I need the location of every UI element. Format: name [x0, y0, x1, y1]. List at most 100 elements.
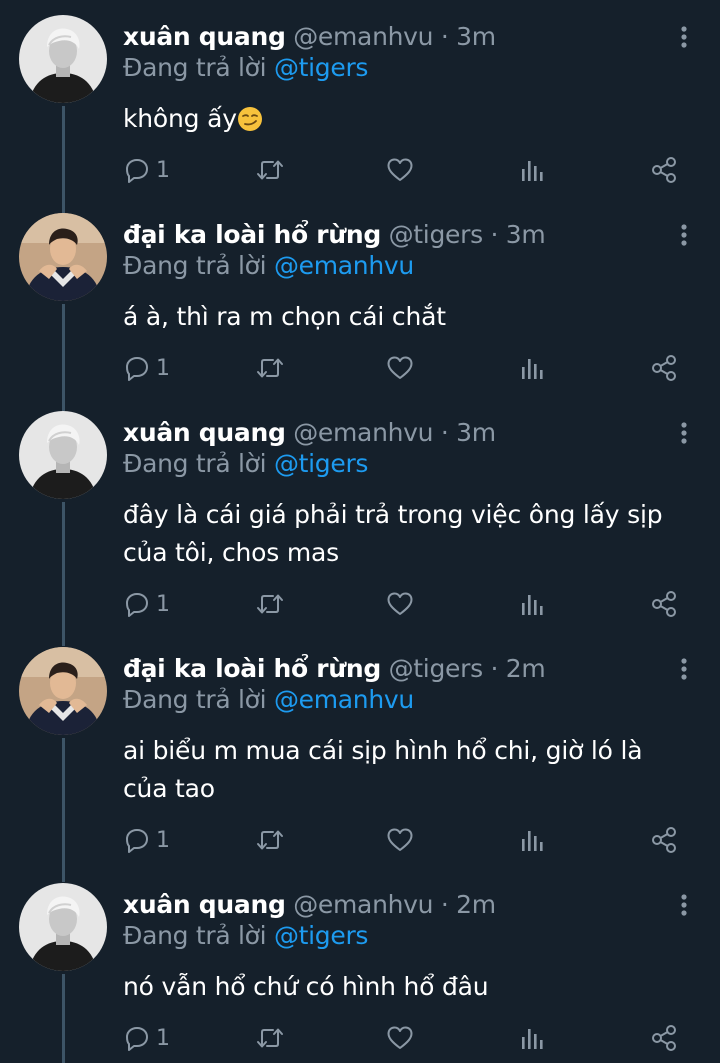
- tweet-header: xuân quang @emanhvu · 3m: [123, 20, 496, 54]
- separator: ·: [440, 22, 449, 51]
- analytics-button[interactable]: [520, 1018, 544, 1058]
- reply-button[interactable]: 1: [124, 1018, 170, 1058]
- share-icon: [652, 827, 676, 853]
- tweet[interactable]: đại ka loài hổ rừng @tigers · 3m Đang tr…: [0, 198, 720, 396]
- like-button[interactable]: [386, 584, 414, 624]
- tweet-text: ai biểu m mua cái sịp hình hổ chi, giờ l…: [123, 732, 688, 808]
- display-name[interactable]: xuân quang: [123, 22, 286, 51]
- reply-icon: [126, 159, 148, 183]
- reply-count: 1: [156, 355, 170, 381]
- analytics-icon: [522, 359, 543, 379]
- more-button[interactable]: [670, 890, 698, 920]
- reply-icon: [126, 593, 148, 617]
- reply-icon: [126, 1027, 148, 1051]
- analytics-button[interactable]: [520, 820, 544, 860]
- reply-button[interactable]: 1: [124, 150, 170, 190]
- avatar[interactable]: [19, 213, 107, 301]
- handle[interactable]: @tigers: [389, 220, 484, 249]
- display-name[interactable]: xuân quang: [123, 890, 286, 919]
- tweet[interactable]: xuân quang @emanhvu · 3m Đang trả lời @t…: [0, 396, 720, 632]
- like-button[interactable]: [386, 348, 414, 388]
- analytics-button[interactable]: [520, 348, 544, 388]
- analytics-icon: [522, 831, 543, 851]
- tweet-actions: 1: [110, 348, 710, 388]
- reply-to-link[interactable]: @emanhvu: [274, 251, 414, 280]
- reply-to-link[interactable]: @tigers: [274, 449, 369, 478]
- heart-icon: [387, 592, 413, 615]
- reply-context: Đang trả lời @tigers: [123, 51, 368, 85]
- reply-count: 1: [156, 157, 170, 183]
- avatar[interactable]: [19, 883, 107, 971]
- more-vertical-icon: [681, 422, 687, 444]
- more-button[interactable]: [670, 220, 698, 250]
- share-button[interactable]: [650, 348, 678, 388]
- handle[interactable]: @emanhvu: [293, 890, 433, 919]
- share-button[interactable]: [650, 150, 678, 190]
- share-button[interactable]: [650, 820, 678, 860]
- retweet-button[interactable]: [255, 1018, 285, 1058]
- display-name[interactable]: xuân quang: [123, 418, 286, 447]
- tweet-text-content: đây là cái giá phải trả trong việc ông l…: [123, 500, 663, 567]
- share-button[interactable]: [650, 584, 678, 624]
- reply-button[interactable]: 1: [124, 584, 170, 624]
- more-button[interactable]: [670, 654, 698, 684]
- separator: ·: [490, 220, 499, 249]
- avatar[interactable]: [19, 15, 107, 103]
- like-button[interactable]: [386, 1018, 414, 1058]
- avatar[interactable]: [19, 411, 107, 499]
- more-button[interactable]: [670, 418, 698, 448]
- timestamp[interactable]: 2m: [456, 890, 496, 919]
- separator: ·: [440, 418, 449, 447]
- heart-icon: [387, 828, 413, 851]
- handle[interactable]: @tigers: [389, 654, 484, 683]
- reply-button[interactable]: 1: [124, 820, 170, 860]
- tweet[interactable]: xuân quang @emanhvu · 2m Đang trả lời @t…: [0, 868, 720, 1063]
- display-name[interactable]: đại ka loài hổ rừng: [123, 220, 381, 249]
- heart-icon: [387, 1026, 413, 1049]
- heart-icon: [387, 356, 413, 379]
- reply-context: Đang trả lời @emanhvu: [123, 249, 414, 283]
- smirking-face-emoji: [237, 107, 262, 131]
- tweet-actions: 1: [110, 1018, 710, 1058]
- analytics-button[interactable]: [520, 150, 544, 190]
- handle[interactable]: @emanhvu: [293, 418, 433, 447]
- timestamp[interactable]: 3m: [506, 220, 546, 249]
- share-icon: [652, 355, 676, 381]
- display-name[interactable]: đại ka loài hổ rừng: [123, 654, 381, 683]
- analytics-icon: [522, 161, 543, 181]
- handle[interactable]: @emanhvu: [293, 22, 433, 51]
- avatar[interactable]: [19, 647, 107, 735]
- share-icon: [652, 1025, 676, 1051]
- timestamp[interactable]: 3m: [456, 22, 496, 51]
- retweet-button[interactable]: [255, 584, 285, 624]
- more-button[interactable]: [670, 22, 698, 52]
- tweet[interactable]: đại ka loài hổ rừng @tigers · 2m Đang tr…: [0, 632, 720, 868]
- reply-to-link[interactable]: @emanhvu: [274, 685, 414, 714]
- tweet-actions: 1: [110, 150, 710, 190]
- separator: ·: [440, 890, 449, 919]
- reply-prefix: Đang trả lời: [123, 921, 267, 950]
- share-button[interactable]: [650, 1018, 678, 1058]
- like-button[interactable]: [386, 150, 414, 190]
- analytics-button[interactable]: [520, 584, 544, 624]
- more-vertical-icon: [681, 26, 687, 48]
- timestamp[interactable]: 3m: [456, 418, 496, 447]
- timestamp[interactable]: 2m: [506, 654, 546, 683]
- reply-count: 1: [156, 591, 170, 617]
- retweet-icon: [257, 830, 283, 850]
- tweet[interactable]: xuân quang @emanhvu · 3m Đang trả lời @t…: [0, 0, 720, 198]
- tweet-text: á à, thì ra m chọn cái chắt: [123, 298, 688, 336]
- reply-to-link[interactable]: @tigers: [274, 53, 369, 82]
- tweet-header: đại ka loài hổ rừng @tigers · 3m: [123, 218, 546, 252]
- reply-to-link[interactable]: @tigers: [274, 921, 369, 950]
- retweet-button[interactable]: [255, 820, 285, 860]
- like-button[interactable]: [386, 820, 414, 860]
- more-vertical-icon: [681, 894, 687, 916]
- reply-button[interactable]: 1: [124, 348, 170, 388]
- retweet-button[interactable]: [255, 150, 285, 190]
- reply-icon: [126, 829, 148, 853]
- retweet-button[interactable]: [255, 348, 285, 388]
- reply-icon: [126, 357, 148, 381]
- reply-count: 1: [156, 1025, 170, 1051]
- heart-icon: [387, 158, 413, 181]
